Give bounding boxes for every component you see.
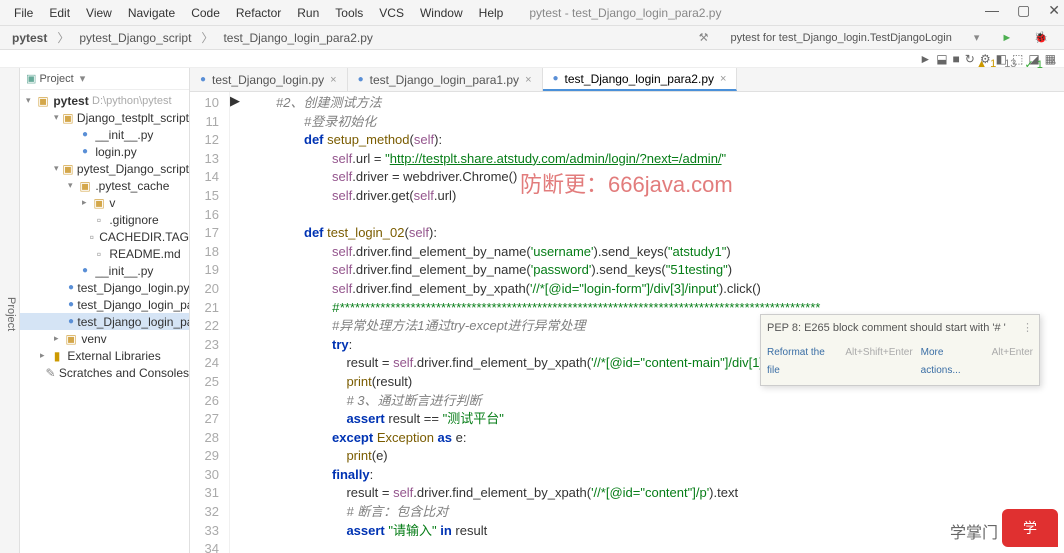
menu-navigate[interactable]: Navigate bbox=[120, 6, 183, 20]
more-icon[interactable]: ⋮ bbox=[1022, 319, 1033, 338]
tree-row[interactable]: ● __init__.py bbox=[20, 262, 189, 279]
editor-tab[interactable]: ●test_Django_login_para1.py× bbox=[348, 68, 543, 91]
run-button[interactable]: ► bbox=[993, 30, 1020, 46]
reformat-file-link[interactable]: Reformat the file bbox=[767, 344, 837, 381]
tree-row[interactable]: ● test_Django_login_para2.py bbox=[20, 313, 189, 330]
editor-tabs: ●test_Django_login.py×●test_Django_login… bbox=[190, 68, 1064, 92]
toolbar-icons: ►⬓■↻⚙◧⬚◪▦ bbox=[0, 50, 1064, 68]
toolbar-icon[interactable]: ■ bbox=[953, 52, 960, 65]
menu-file[interactable]: File bbox=[6, 6, 41, 20]
close-tab-icon[interactable]: × bbox=[720, 73, 726, 85]
close-tab-icon[interactable]: × bbox=[330, 74, 336, 86]
hint-message: PEP 8: E265 block comment should start w… bbox=[767, 319, 1033, 338]
menu-view[interactable]: View bbox=[78, 6, 120, 20]
main-area: Project ▣ Project ▾ ▾▣ pytest D:\python\… bbox=[0, 68, 1064, 553]
menu-vcs[interactable]: VCS bbox=[371, 6, 412, 20]
tree-row[interactable]: ● __init__.py bbox=[20, 126, 189, 143]
tool-project[interactable]: Project bbox=[3, 76, 19, 553]
tree-row[interactable]: ▸▣ venv bbox=[20, 330, 189, 347]
left-tool-strip: Project bbox=[0, 68, 20, 553]
chevron-right-icon: 〉 bbox=[199, 29, 215, 46]
toolbar-icon[interactable]: ⬓ bbox=[936, 52, 947, 65]
minimize-button[interactable]: — bbox=[985, 2, 999, 19]
code-area: 1011121314151617181920212223242526272829… bbox=[190, 92, 1064, 553]
project-tree[interactable]: ▾▣ pytest D:\python\pytest▾▣ Django_test… bbox=[20, 90, 189, 383]
menu-window[interactable]: Window bbox=[412, 6, 471, 20]
run-line-icon[interactable]: ▶ bbox=[230, 92, 240, 553]
breadcrumb-folder[interactable]: pytest_Django_script bbox=[71, 29, 199, 47]
inspection-hint-popup: ⋮ PEP 8: E265 block comment should start… bbox=[760, 314, 1040, 386]
more-shortcut: Alt+Enter bbox=[992, 344, 1033, 381]
tree-row[interactable]: ▾▣ .pytest_cache bbox=[20, 177, 189, 194]
editor-area: ●test_Django_login.py×●test_Django_login… bbox=[190, 68, 1064, 553]
editor-tab[interactable]: ●test_Django_login_para2.py× bbox=[543, 68, 738, 91]
tree-row[interactable]: ▾▣ Django_testplt_script bbox=[20, 109, 189, 126]
menu-edit[interactable]: Edit bbox=[41, 6, 78, 20]
chevron-down-icon[interactable]: ▾ bbox=[80, 72, 86, 85]
chevron-down-icon[interactable]: ▾ bbox=[966, 29, 988, 46]
tree-row[interactable]: ▾▣ pytest D:\python\pytest bbox=[20, 92, 189, 109]
brand-text: 学掌门 bbox=[950, 519, 998, 543]
breadcrumb-file[interactable]: test_Django_login_para2.py bbox=[215, 29, 380, 47]
project-panel-header[interactable]: ▣ Project ▾ bbox=[20, 68, 189, 90]
chevron-right-icon: 〉 bbox=[55, 29, 71, 46]
menu-bar: File Edit View Navigate Code Refactor Ru… bbox=[0, 0, 1064, 26]
weak-warning-count[interactable]: 13 bbox=[1004, 58, 1016, 71]
menu-help[interactable]: Help bbox=[471, 6, 512, 20]
close-tab-icon[interactable]: × bbox=[525, 74, 531, 86]
warning-count[interactable]: ▲ 1 bbox=[976, 58, 996, 71]
hammer-icon[interactable]: ⚒ bbox=[691, 29, 717, 46]
editor-status-icons: ▲ 1 13 ✓ 1 ^ bbox=[976, 58, 1056, 71]
tree-row[interactable]: ▸▣ v bbox=[20, 194, 189, 211]
tree-row[interactable]: ▫ README.md bbox=[20, 245, 189, 262]
tree-row[interactable]: ● test_Django_login.py bbox=[20, 279, 189, 296]
menu-run[interactable]: Run bbox=[289, 6, 327, 20]
editor-tab[interactable]: ●test_Django_login.py× bbox=[190, 68, 348, 91]
toolbar-icon[interactable]: ► bbox=[919, 52, 931, 65]
python-file-icon: ● bbox=[553, 73, 559, 84]
debug-button[interactable]: 🐞 bbox=[1026, 29, 1056, 46]
maximize-button[interactable]: ▢ bbox=[1017, 2, 1030, 19]
menu-refactor[interactable]: Refactor bbox=[228, 6, 289, 20]
caret-icon: ^ bbox=[1051, 58, 1056, 71]
project-panel-title: Project bbox=[39, 73, 77, 85]
breadcrumb-root[interactable]: pytest bbox=[4, 29, 55, 47]
python-file-icon: ● bbox=[358, 74, 364, 85]
tree-row[interactable]: ● test_Django_login_para1.py bbox=[20, 296, 189, 313]
python-file-icon: ● bbox=[200, 74, 206, 85]
more-actions-link[interactable]: More actions... bbox=[921, 344, 984, 381]
menu-tools[interactable]: Tools bbox=[327, 6, 371, 20]
folder-icon: ▣ bbox=[26, 72, 36, 85]
run-config-dropdown[interactable]: pytest for test_Django_login.TestDjangoL… bbox=[723, 30, 960, 46]
tree-row[interactable]: ✎ Scratches and Consoles bbox=[20, 364, 189, 381]
reformat-shortcut: Alt+Shift+Enter bbox=[845, 344, 912, 381]
close-button[interactable]: ✕ bbox=[1048, 2, 1060, 19]
toolbar-icon[interactable]: ↻ bbox=[965, 52, 975, 65]
ok-count[interactable]: ✓ 1 bbox=[1024, 58, 1042, 71]
tree-row[interactable]: ▫ .gitignore bbox=[20, 211, 189, 228]
breadcrumb-bar: pytest 〉 pytest_Django_script 〉 test_Dja… bbox=[0, 26, 1064, 50]
tree-row[interactable]: ● login.py bbox=[20, 143, 189, 160]
brand-logo: 学 bbox=[1002, 509, 1058, 547]
project-panel: ▣ Project ▾ ▾▣ pytest D:\python\pytest▾▣… bbox=[20, 68, 190, 553]
tree-row[interactable]: ▸▮ External Libraries bbox=[20, 347, 189, 364]
menu-code[interactable]: Code bbox=[183, 6, 228, 20]
tree-row[interactable]: ▾▣ pytest_Django_script bbox=[20, 160, 189, 177]
window-controls: — ▢ ✕ bbox=[985, 2, 1060, 19]
tree-row[interactable]: ▫ CACHEDIR.TAG bbox=[20, 228, 189, 245]
line-number-gutter[interactable]: 1011121314151617181920212223242526272829… bbox=[190, 92, 230, 553]
window-title: pytest - test_Django_login_para2.py bbox=[521, 6, 729, 20]
